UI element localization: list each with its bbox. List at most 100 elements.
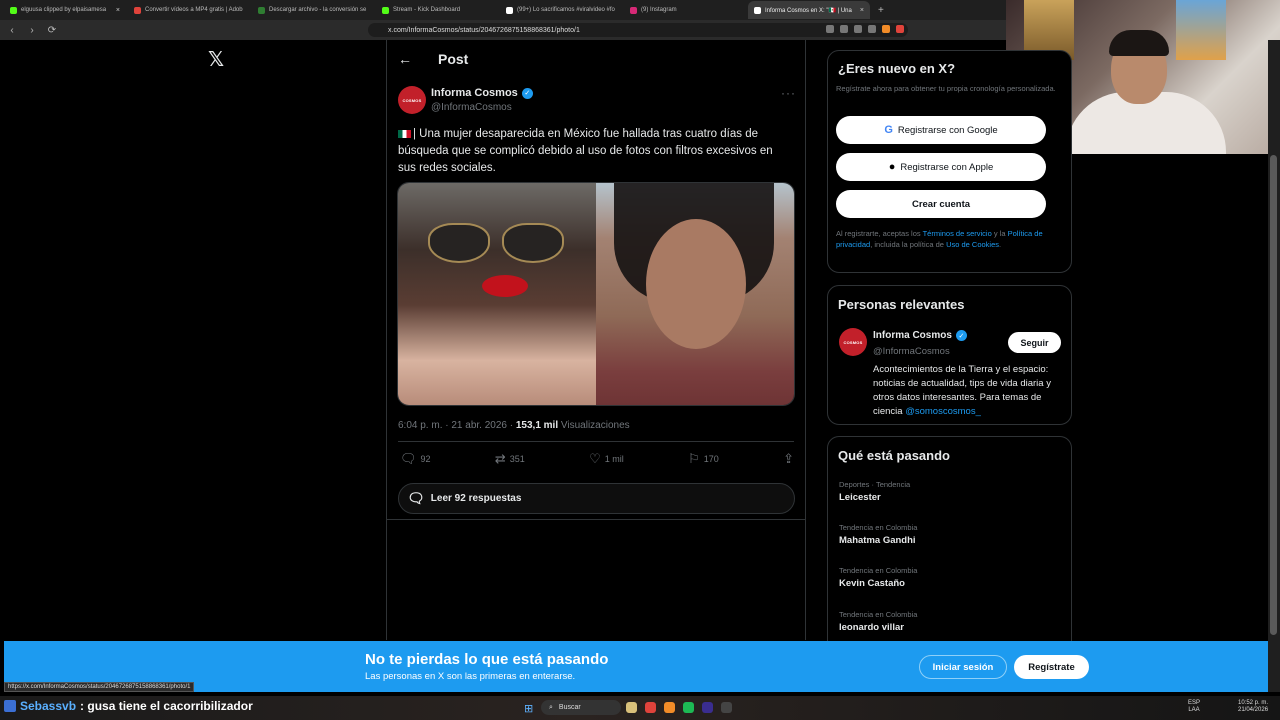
person-handle[interactable]: @InformaCosmos: [873, 346, 950, 357]
bio-mention-link[interactable]: @somoscosmos_: [905, 406, 981, 417]
system-clock[interactable]: 10:52 p. m. 21/04/2026: [1238, 700, 1268, 714]
terms-link[interactable]: Términos de servicio: [923, 229, 992, 238]
post-text: | Una mujer desaparecida en México fue h…: [398, 126, 793, 177]
browser-tab-bar: elguusa clipped by elpaisamesa × Converti…: [0, 0, 1006, 20]
share-button[interactable]: ⇪: [783, 451, 794, 467]
trend-item[interactable]: Deportes · Tendencia Leicester: [839, 480, 910, 503]
apple-signup-label: Registrarse con Apple: [900, 161, 994, 173]
browser-tab[interactable]: Convertir vídeos a MP4 gratis | Adob: [128, 1, 250, 19]
trend-name: leonardo villar: [839, 622, 904, 633]
browser-app-icon[interactable]: [645, 702, 656, 713]
post-meta: 6:04 p. m. · 21 abr. 2026 · 153,1 mil Vi…: [398, 420, 630, 431]
reply-button[interactable]: 🗨 92: [400, 451, 431, 467]
scrollbar-thumb[interactable]: [1270, 155, 1277, 635]
like-count: 1 mil: [604, 454, 624, 464]
browser-tab[interactable]: Descargar archivo - la conversión se: [252, 1, 374, 19]
login-button[interactable]: Iniciar sesión: [919, 655, 1007, 679]
google-signup-button[interactable]: G Registrarse con Google: [836, 116, 1046, 144]
extension-icons: [826, 25, 904, 33]
cookies-link[interactable]: Uso de Cookies: [946, 240, 999, 249]
avatar-text: COSMOS: [843, 339, 863, 345]
trend-name: Leicester: [839, 492, 881, 503]
avatar-text: COSMOS: [402, 97, 422, 103]
post-header: ← Post: [398, 51, 468, 67]
person-avatar[interactable]: COSMOS: [839, 328, 867, 356]
page-title: Post: [438, 51, 469, 67]
extension-icon[interactable]: [868, 25, 876, 33]
close-icon[interactable]: ×: [860, 7, 864, 14]
brave-shield-icon[interactable]: [882, 25, 890, 33]
like-button[interactable]: ♡ 1 mil: [589, 451, 624, 467]
divider: [398, 441, 794, 442]
search-icon: ⌕: [549, 703, 553, 711]
create-account-button[interactable]: Crear cuenta: [836, 190, 1046, 218]
legal-text-part: y la: [991, 229, 1008, 238]
post-photo-real[interactable]: [596, 183, 794, 405]
chat-username: Sebassvb: [20, 699, 77, 713]
brave-rewards-icon[interactable]: [896, 25, 904, 33]
apple-signup-button[interactable]: ● Registrarse con Apple: [836, 153, 1046, 181]
extension-icon[interactable]: [840, 25, 848, 33]
extension-icon[interactable]: [854, 25, 862, 33]
trend-item[interactable]: Tendencia en Colombia Kevin Castaño: [839, 566, 917, 589]
person-name[interactable]: Informa Cosmos ✓: [873, 330, 967, 341]
spotify-icon[interactable]: [683, 702, 694, 713]
banner-subtitle: Las personas en X son las primeras en en…: [365, 671, 576, 682]
legal-text-part: Al registrarte, aceptas los: [836, 229, 923, 238]
browser-tab[interactable]: Stream - Kick Dashboard: [376, 1, 498, 19]
clock-time: 10:52 p. m.: [1238, 700, 1269, 706]
repost-button[interactable]: ⇄ 351: [495, 451, 525, 467]
tab-favicon-icon: [10, 6, 17, 14]
x-logo-icon[interactable]: 𝕏: [208, 50, 226, 70]
banner-title: No te pierdas lo que está pasando: [365, 651, 609, 668]
signup-card: ¿Eres nuevo en X? Regístrate ahora para …: [827, 50, 1072, 273]
windows-start-icon[interactable]: ⊞: [524, 702, 533, 715]
browser-tab-active[interactable]: Informa Cosmos en X: "🇲🇽 | Una ×: [748, 1, 870, 19]
stream-chat-message: Sebassvb : gusa tiene el cacorribilizado…: [4, 699, 253, 713]
back-arrow-icon[interactable]: ←: [398, 51, 412, 67]
close-icon[interactable]: ×: [116, 7, 120, 14]
new-tab-button[interactable]: +: [872, 5, 890, 16]
legal-text: Al registrarte, aceptas los Términos de …: [836, 228, 1060, 250]
more-options-icon[interactable]: ···: [781, 86, 796, 100]
trend-item[interactable]: Tendencia en Colombia Mahatma Gandhi: [839, 523, 917, 546]
language-indicator[interactable]: ESP LAA: [1188, 700, 1200, 714]
legal-text-part: , incluida la política de: [870, 240, 947, 249]
person-name-text: Informa Cosmos: [873, 330, 952, 341]
back-icon[interactable]: ‹: [6, 25, 18, 36]
author-avatar[interactable]: COSMOS: [398, 86, 426, 114]
browser-tab[interactable]: (9) Instagram: [624, 1, 746, 19]
reload-icon[interactable]: ⟳: [46, 25, 58, 36]
register-button[interactable]: Regístrate: [1014, 655, 1089, 679]
browser-tab[interactable]: elguusa clipped by elpaisamesa ×: [4, 1, 126, 19]
follow-button[interactable]: Seguir: [1008, 332, 1061, 353]
author-name[interactable]: Informa Cosmos ✓: [431, 87, 533, 99]
post-photo-filtered[interactable]: [398, 183, 596, 405]
tab-favicon-icon: [134, 6, 141, 14]
bookmark-count: 170: [703, 454, 719, 464]
post-time[interactable]: 6:04 p. m. · 21 abr. 2026 ·: [398, 420, 516, 431]
clock-date: 21/04/2026: [1238, 707, 1269, 713]
reply-count: 92: [420, 454, 431, 464]
forward-icon[interactable]: ›: [26, 25, 38, 36]
relevant-people-title: Personas relevantes: [838, 297, 965, 312]
post-media[interactable]: [397, 182, 795, 406]
taskbar-search-label: Buscar: [558, 704, 581, 711]
obs-icon[interactable]: [721, 702, 732, 713]
taskbar-search[interactable]: ⌕ Buscar: [541, 700, 621, 715]
extension-icon[interactable]: [826, 25, 834, 33]
premiere-icon[interactable]: [702, 702, 713, 713]
app-icon[interactable]: [664, 702, 675, 713]
bookmark-button[interactable]: ⚐ 170: [688, 451, 719, 467]
signup-title: ¿Eres nuevo en X?: [838, 61, 956, 76]
trend-name: Mahatma Gandhi: [839, 535, 916, 546]
browser-tab[interactable]: (99+) Lo sacrificamos #viralvideo #fo: [500, 1, 622, 19]
app-icon[interactable]: [626, 702, 637, 713]
tab-label: Informa Cosmos en X: "🇲🇽 | Una: [765, 7, 852, 14]
taskbar-apps: [626, 702, 732, 713]
tab-favicon-icon: [630, 6, 637, 14]
trend-item[interactable]: Tendencia en Colombia leonardo villar: [839, 610, 917, 633]
author-handle[interactable]: @InformaCosmos: [431, 102, 512, 113]
read-replies-button[interactable]: 🗨 Leer 92 respuestas: [398, 483, 795, 514]
relevant-people-card: Personas relevantes COSMOS Informa Cosmo…: [827, 285, 1072, 425]
